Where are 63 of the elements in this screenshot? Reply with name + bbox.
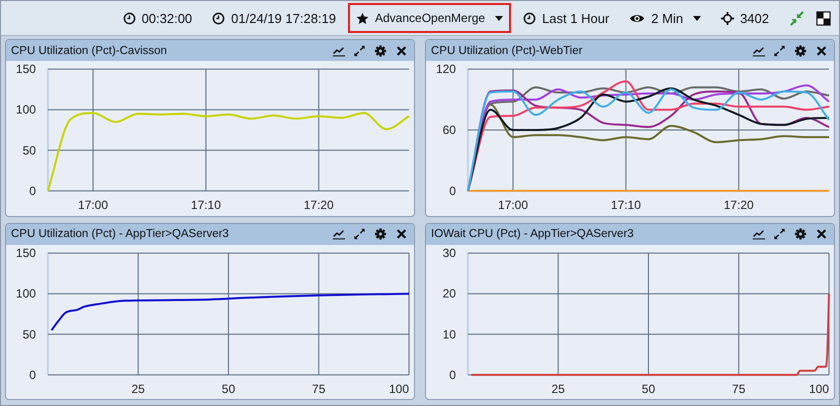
close-icon[interactable] xyxy=(395,228,408,240)
axis-label: 120 xyxy=(436,62,456,76)
axis-label: 50 xyxy=(222,381,236,396)
axis-label: 60 xyxy=(442,123,456,137)
expand-icon[interactable] xyxy=(773,44,786,56)
axis-label: 50 xyxy=(22,143,36,158)
axis-label: 25 xyxy=(132,381,145,396)
toolbar-button[interactable]: Last 1 Hour xyxy=(515,3,618,33)
axis-label: 17:10 xyxy=(190,198,221,212)
axis-label: 0 xyxy=(449,367,456,382)
axis-label: 25 xyxy=(552,381,565,396)
arrows-icon[interactable] xyxy=(789,10,804,26)
panel-title: IOWait CPU (Pct) - AppTier>QAServer3 xyxy=(431,228,634,240)
axis-label: 0 xyxy=(29,367,36,382)
clock-icon xyxy=(212,12,226,24)
panel-title: CPU Utilization (Pct) - AppTier>QAServer3 xyxy=(11,228,229,240)
panel-title: CPU Utilization (Pct)-Cavisson xyxy=(11,44,167,56)
settings-icon[interactable] xyxy=(374,228,387,240)
clock-icon xyxy=(523,12,536,24)
axis-label: 75 xyxy=(732,381,746,396)
axis-label: 150 xyxy=(16,62,36,76)
toolbar-button[interactable]: AdvanceOpenMerge xyxy=(348,3,512,33)
toolbar-button[interactable]: 3402 xyxy=(713,3,777,33)
axis-label: 150 xyxy=(16,246,36,260)
axis-label: 100 xyxy=(389,381,409,396)
axis-label: 0 xyxy=(449,184,456,198)
axis-label: 17:10 xyxy=(610,198,641,212)
line-chart-icon[interactable] xyxy=(752,44,765,56)
settings-icon[interactable] xyxy=(374,44,387,56)
axis-label: 20 xyxy=(442,286,456,300)
axis-label: 50 xyxy=(642,381,656,396)
axis-label: 10 xyxy=(442,326,456,341)
line-chart-icon[interactable] xyxy=(332,228,345,240)
panel-title: CPU Utilization (Pct)-WebTier xyxy=(431,44,582,56)
axis-label: 75 xyxy=(312,381,326,396)
axis-label: 0 xyxy=(29,184,36,198)
line-chart-icon[interactable] xyxy=(752,228,765,240)
axis-label: 100 xyxy=(16,102,36,117)
axis-label: 100 xyxy=(16,286,36,300)
axis-label: 17:20 xyxy=(724,198,754,212)
axis-label: 17:00 xyxy=(78,198,108,212)
line-chart-icon[interactable] xyxy=(332,44,345,56)
expand-icon[interactable] xyxy=(353,44,366,56)
toolbar-button[interactable]: 01/24/19 17:28:19 xyxy=(204,3,344,33)
toolbar-button[interactable]: 2 Min xyxy=(621,3,710,33)
axis-label: 17:20 xyxy=(304,198,334,212)
clock-icon xyxy=(122,12,136,24)
close-icon[interactable] xyxy=(395,44,408,56)
axis-label: 17:00 xyxy=(498,198,528,212)
eye-icon xyxy=(629,12,646,24)
expand-icon[interactable] xyxy=(353,228,366,240)
star-icon xyxy=(356,12,369,24)
toolbar-button[interactable]: 00:32:00 xyxy=(114,3,200,33)
settings-icon[interactable] xyxy=(794,44,807,56)
settings-icon[interactable] xyxy=(794,228,807,240)
checker-icon[interactable] xyxy=(816,10,831,26)
expand-icon[interactable] xyxy=(773,228,786,240)
crosshair-icon xyxy=(721,12,734,24)
axis-label: 100 xyxy=(809,381,829,396)
close-icon[interactable] xyxy=(815,44,828,56)
close-icon[interactable] xyxy=(815,228,828,240)
axis-label: 50 xyxy=(22,326,36,341)
axis-label: 30 xyxy=(442,246,456,260)
